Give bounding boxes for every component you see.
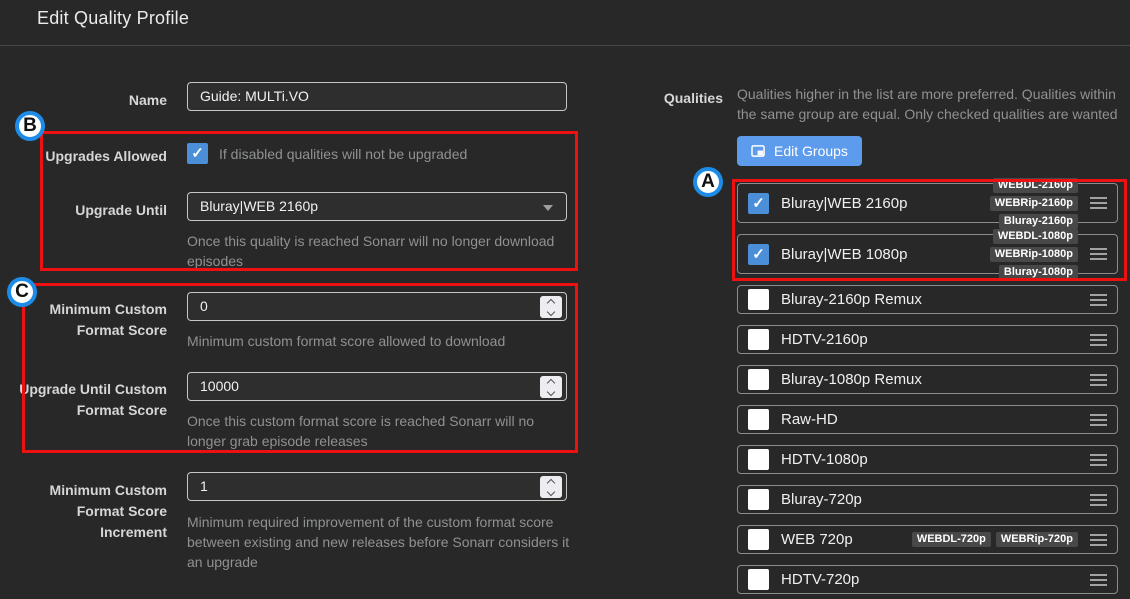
quality-badge: Bluray-1080p [999,265,1078,280]
quality-checkbox[interactable] [748,489,769,510]
quality-item[interactable]: WEB 720p WEBDL-720p WEBRip-720p [737,525,1118,554]
quality-badge: WEBRip-1080p [990,247,1078,262]
quality-name: Bluray|WEB 2160p [781,195,907,212]
upgrades-allowed-checkbox[interactable] [187,143,208,164]
quality-checkbox[interactable] [748,289,769,310]
quality-item[interactable]: HDTV-1080p [737,445,1118,474]
edit-quality-profile-modal: Edit Quality Profile Name Guide: MULTi.V… [0,0,1130,599]
quality-badge: Bluray-2160p [999,214,1078,229]
quality-badges: WEBDL-2160p WEBRip-2160p Bluray-2160p [907,178,1078,229]
number-stepper-icon[interactable] [540,376,562,398]
upgrade-until-format-score-input[interactable]: 10000 [187,372,567,401]
drag-handle-icon[interactable] [1090,248,1107,260]
page-title: Edit Quality Profile [37,8,189,29]
drag-handle-icon[interactable] [1090,414,1107,426]
drag-handle-icon[interactable] [1090,534,1107,546]
quality-name: HDTV-1080p [781,451,868,468]
chevron-down-icon [543,205,553,211]
quality-name: Raw-HD [781,411,838,428]
min-format-score-value: 0 [200,298,208,314]
number-stepper-icon[interactable] [540,296,562,318]
annotation-letter-a: A [693,167,723,197]
qualities-label: Qualities [600,90,723,106]
clone-icon [751,145,766,158]
drag-handle-icon[interactable] [1090,574,1107,586]
min-format-score-increment-help: Minimum required improvement of the cust… [187,512,571,572]
quality-badges: WEBDL-720p WEBRip-720p [912,532,1078,547]
quality-name: Bluray-1080p Remux [781,371,922,388]
upgrade-until-select[interactable]: Bluray|WEB 2160p [187,192,567,221]
quality-checkbox[interactable] [748,449,769,470]
quality-item[interactable]: HDTV-720p [737,565,1118,594]
min-format-score-increment-input[interactable]: 1 [187,472,567,501]
quality-name: Bluray-720p [781,491,862,508]
min-format-score-help: Minimum custom format score allowed to d… [187,331,571,351]
upgrade-until-label: Upgrade Until [17,200,167,221]
quality-name: Bluray|WEB 1080p [781,246,907,263]
quality-checkbox[interactable] [748,369,769,390]
name-label: Name [17,90,167,111]
name-input[interactable]: Guide: MULTi.VO [187,82,567,111]
min-format-score-input[interactable]: 0 [187,292,567,321]
upgrade-until-format-score-help: Once this custom format score is reached… [187,411,571,451]
qualities-description: Qualities higher in the list are more pr… [737,84,1121,124]
upgrades-allowed-label: Upgrades Allowed [17,146,167,167]
quality-item[interactable]: Bluray-720p [737,485,1118,514]
upgrade-until-value: Bluray|WEB 2160p [200,198,318,214]
quality-item[interactable]: Bluray-1080p Remux [737,365,1118,394]
min-format-score-label: Minimum Custom Format Score [17,299,167,341]
drag-handle-icon[interactable] [1090,334,1107,346]
quality-checkbox[interactable] [748,569,769,590]
upgrade-until-format-score-value: 10000 [200,378,239,394]
quality-checkbox[interactable] [748,329,769,350]
quality-badges: WEBDL-1080p WEBRip-1080p Bluray-1080p [907,229,1078,280]
drag-handle-icon[interactable] [1090,454,1107,466]
min-format-score-increment-value: 1 [200,478,208,494]
drag-handle-icon[interactable] [1090,494,1107,506]
drag-handle-icon[interactable] [1090,294,1107,306]
annotation-letter-b: B [15,111,45,141]
quality-checkbox[interactable] [748,244,769,265]
quality-name: HDTV-720p [781,571,859,588]
header-divider [0,45,1130,46]
quality-badge: WEBDL-1080p [993,229,1078,244]
quality-checkbox[interactable] [748,193,769,214]
quality-item[interactable]: HDTV-2160p [737,325,1118,354]
quality-item[interactable]: Raw-HD [737,405,1118,434]
min-format-score-increment-label: Minimum Custom Format Score Increment [17,480,167,543]
quality-item[interactable]: Bluray|WEB 1080pWEBDL-1080pWEBRip-1080pB… [737,234,1118,274]
quality-badge: WEBRip-720p [996,532,1078,547]
drag-handle-icon[interactable] [1090,374,1107,386]
quality-checkbox[interactable] [748,529,769,550]
quality-name: WEB 720p [781,531,853,548]
quality-item[interactable]: Bluray|WEB 2160pWEBDL-2160pWEBRip-2160pB… [737,183,1118,223]
upgrade-until-help: Once this quality is reached Sonarr will… [187,231,571,271]
quality-list: Bluray|WEB 2160pWEBDL-2160pWEBRip-2160pB… [737,183,1118,599]
quality-badge: WEBDL-720p [912,532,991,547]
quality-checkbox[interactable] [748,409,769,430]
upgrade-until-format-score-label: Upgrade Until Custom Format Score [17,379,167,421]
quality-item[interactable]: Bluray-2160p Remux [737,285,1118,314]
quality-name: HDTV-2160p [781,331,868,348]
upgrades-allowed-caption: If disabled qualities will not be upgrad… [219,146,467,162]
quality-badge: WEBRip-2160p [990,196,1078,211]
number-stepper-icon[interactable] [540,476,562,498]
edit-groups-button[interactable]: Edit Groups [737,136,862,166]
edit-groups-label: Edit Groups [774,143,848,159]
quality-badge: WEBDL-2160p [993,178,1078,193]
drag-handle-icon[interactable] [1090,197,1107,209]
quality-name: Bluray-2160p Remux [781,291,922,308]
